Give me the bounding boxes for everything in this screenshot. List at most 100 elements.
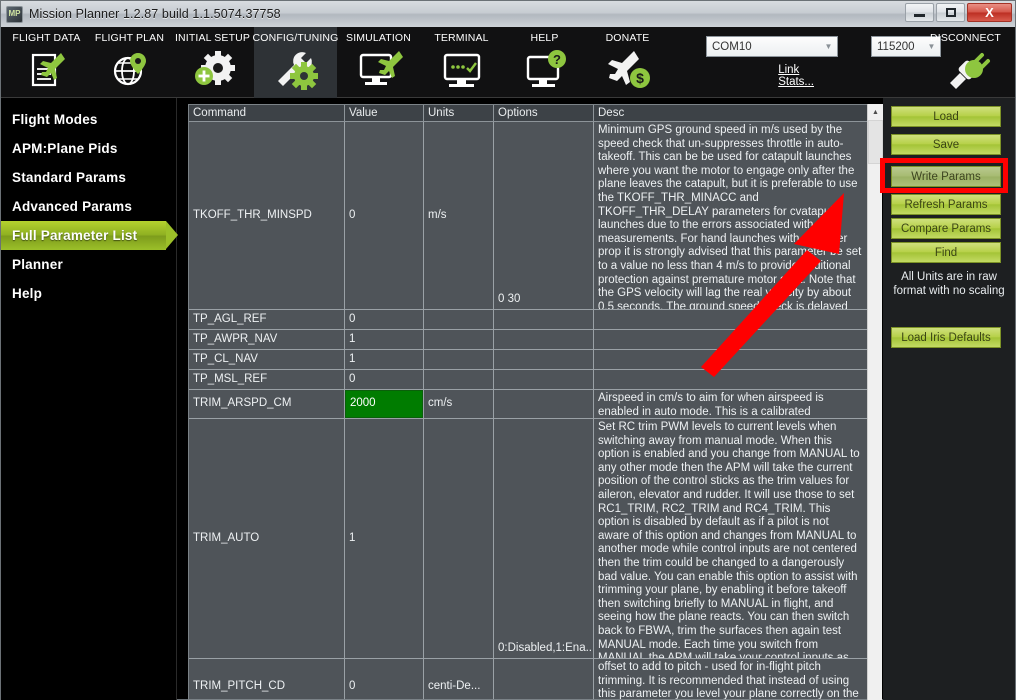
load-iris-defaults-button[interactable]: Load Iris Defaults xyxy=(891,327,1001,348)
grid-body: TKOFF_THR_MINSPD 0 m/s 0 30 Minimum GPS grou… xyxy=(189,122,881,700)
cell-desc xyxy=(594,350,866,369)
cell-value[interactable]: 0 xyxy=(345,122,424,309)
disconnect-button[interactable]: DISCONNECT xyxy=(924,27,1007,98)
close-button[interactable]: X xyxy=(967,3,1012,22)
sidebar-item-apm-plane-pids[interactable]: APM:Plane Pids xyxy=(1,134,176,163)
help-icon: ? xyxy=(526,50,566,87)
cell-value[interactable]: 0 xyxy=(345,310,424,329)
sidebar-item-flight-modes[interactable]: Flight Modes xyxy=(1,105,176,134)
cell-command: TP_AWPR_NAV xyxy=(189,330,345,349)
cell-desc xyxy=(594,310,866,329)
cell-value[interactable]: 1 xyxy=(345,419,424,658)
link-stats-link[interactable]: Link Stats... xyxy=(778,64,814,88)
column-header-command[interactable]: Command xyxy=(189,105,345,121)
grid-vertical-scrollbar[interactable]: ▲ xyxy=(867,104,883,700)
minimize-button[interactable] xyxy=(905,3,934,22)
compare-params-button[interactable]: Compare Params xyxy=(891,218,1001,239)
tab-simulation[interactable]: SIMULATION xyxy=(337,27,420,98)
table-row[interactable]: TRIM_ARSPD_CM 2000 cm/s Airspeed in cm/s to… xyxy=(189,390,881,419)
column-header-options[interactable]: Options xyxy=(494,105,594,121)
flight-plan-icon xyxy=(113,53,146,86)
maximize-button[interactable] xyxy=(936,3,965,22)
cell-desc: Minimum GPS ground speed in m/s used by … xyxy=(598,124,862,309)
grid-header-row: Command Value Units Options Desc xyxy=(189,105,881,122)
donate-icon: $ xyxy=(607,51,650,88)
cell-value[interactable]: 0 xyxy=(345,370,424,389)
column-header-desc[interactable]: Desc xyxy=(594,105,866,121)
cell-value[interactable]: 1 xyxy=(345,350,424,369)
cell-desc: offset to add to pitch - used for in-fli… xyxy=(598,661,859,700)
cell-command: TP_MSL_REF xyxy=(189,370,345,389)
table-row[interactable]: TKOFF_THR_MINSPD 0 m/s 0 30 Minimum GPS grou… xyxy=(189,122,881,310)
com-port-select[interactable]: COM10 ▼ xyxy=(706,36,838,57)
refresh-params-button[interactable]: Refresh Params xyxy=(891,194,1001,215)
cell-units xyxy=(424,310,494,329)
disconnect-label: DISCONNECT xyxy=(930,32,1001,44)
cell-units xyxy=(424,330,494,349)
flight-data-icon xyxy=(31,53,65,87)
cell-desc xyxy=(594,370,866,389)
config-tuning-icon xyxy=(277,52,318,90)
find-button[interactable]: Find xyxy=(891,242,1001,263)
cell-value[interactable]: 0 xyxy=(345,659,424,699)
cell-units xyxy=(424,370,494,389)
sidebar-item-label: Standard Params xyxy=(12,170,127,185)
table-row[interactable]: TP_CL_NAV 1 xyxy=(189,350,881,370)
param-actions-panel: Load Save Write Params Refresh Params Co… xyxy=(883,98,1015,700)
main-toolbar: FLIGHT DATA FLIGHT PLAN INITIAL SETUP CO… xyxy=(1,27,1015,98)
table-row[interactable]: TP_AGL_REF 0 xyxy=(189,310,881,330)
cell-units xyxy=(424,419,494,658)
table-row[interactable]: TRIM_PITCH_CD 0 centi-De... offset to add t… xyxy=(189,659,881,700)
tab-terminal[interactable]: TERMINAL xyxy=(420,27,503,98)
tab-donate[interactable]: DONATE $ xyxy=(586,27,669,98)
com-port-value: COM10 xyxy=(712,40,752,53)
plug-icon xyxy=(949,53,990,89)
tab-help-label: HELP xyxy=(530,32,559,44)
svg-text:$: $ xyxy=(636,70,644,86)
cell-desc: Set RC trim PWM levels to current levels… xyxy=(598,421,860,658)
maximize-icon xyxy=(945,8,956,17)
cell-units: centi-De... xyxy=(424,659,494,699)
tab-config-tuning[interactable]: CONFIG/TUNING xyxy=(253,27,338,98)
scroll-up-icon[interactable]: ▲ xyxy=(868,104,883,120)
column-header-value[interactable]: Value xyxy=(345,105,424,121)
column-header-units[interactable]: Units xyxy=(424,105,494,121)
baud-rate-value: 115200 xyxy=(877,40,915,53)
window-title: Mission Planner 1.2.87 build 1.1.5074.37… xyxy=(29,7,281,21)
tab-simulation-label: SIMULATION xyxy=(346,32,411,44)
tab-initial-setup[interactable]: INITIAL SETUP xyxy=(171,27,254,98)
title-bar: MP Mission Planner 1.2.87 build 1.1.5074… xyxy=(1,1,1015,27)
cell-command: TRIM_AUTO xyxy=(189,419,345,658)
window-controls: X xyxy=(905,3,1012,22)
initial-setup-icon xyxy=(194,51,235,85)
tab-flight-data[interactable]: FLIGHT DATA xyxy=(5,27,88,98)
cell-units xyxy=(424,350,494,369)
tab-help[interactable]: HELP ? xyxy=(503,27,586,98)
table-row[interactable]: TP_MSL_REF 0 xyxy=(189,370,881,390)
cell-options xyxy=(494,350,594,369)
load-button[interactable]: Load xyxy=(891,106,1001,127)
cell-value[interactable]: 2000 xyxy=(345,390,424,418)
sidebar-item-planner[interactable]: Planner xyxy=(1,250,176,279)
svg-text:?: ? xyxy=(553,52,561,67)
cell-options xyxy=(494,390,594,418)
cell-value[interactable]: 1 xyxy=(345,330,424,349)
save-button[interactable]: Save xyxy=(891,134,1001,155)
edited-value[interactable]: 2000 xyxy=(345,390,423,418)
close-icon: X xyxy=(985,5,994,20)
scroll-thumb[interactable] xyxy=(868,120,883,164)
cell-command: TRIM_ARSPD_CM xyxy=(189,390,345,418)
sidebar-item-advanced-params[interactable]: Advanced Params xyxy=(1,192,176,221)
sidebar-item-standard-params[interactable]: Standard Params xyxy=(1,163,176,192)
cell-command: TP_CL_NAV xyxy=(189,350,345,369)
cell-command: TP_AGL_REF xyxy=(189,310,345,329)
tab-flight-plan[interactable]: FLIGHT PLAN xyxy=(88,27,171,98)
table-row[interactable]: TP_AWPR_NAV 1 xyxy=(189,330,881,350)
sidebar-item-full-parameter-list[interactable]: Full Parameter List xyxy=(1,221,178,250)
table-row[interactable]: TRIM_AUTO 1 0:Disabled,1:Ena... Set RC trim… xyxy=(189,419,881,659)
tab-initial-setup-label: INITIAL SETUP xyxy=(174,32,251,44)
write-params-button[interactable]: Write Params xyxy=(891,166,1001,187)
cell-desc: Airspeed in cm/s to aim for when airspee… xyxy=(598,392,824,418)
sidebar-item-help[interactable]: Help xyxy=(1,279,176,308)
parameter-grid: Command Value Units Options Desc TKOFF_T… xyxy=(188,104,882,700)
